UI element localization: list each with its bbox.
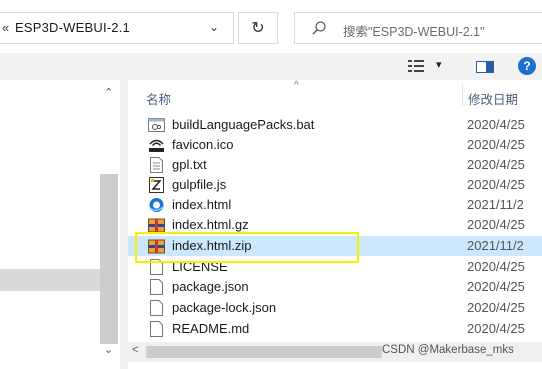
file-row[interactable]: buildLanguagePacks.bat 2020/4/25: [128, 115, 542, 135]
file-name: README.md: [172, 321, 250, 336]
file-date: 2020/4/25: [467, 300, 525, 315]
file-name: index.html: [172, 197, 232, 212]
file-name: gulpfile.js: [172, 177, 227, 192]
file-date: 2020/4/25: [467, 157, 525, 172]
column-header-date-modified[interactable]: 修改日期: [468, 89, 518, 108]
search-box[interactable]: 搜索"ESP3D-WEBUI-2.1": [294, 12, 542, 44]
annotation-highlight-box: [135, 232, 359, 263]
help-glyph: ?: [523, 59, 531, 73]
pane-divider[interactable]: [120, 80, 128, 369]
file-date: 2020/4/25: [467, 177, 525, 192]
breadcrumb-overflow-chevron[interactable]: «: [2, 20, 9, 35]
watermark: CSDN @Makerbase_mks: [382, 344, 514, 356]
view-dropdown-icon[interactable]: ▾: [436, 58, 442, 71]
file-row[interactable]: gulpfile.js 2020/4/25: [128, 175, 542, 195]
details-view-icon[interactable]: [408, 60, 424, 72]
blank-file-icon: [150, 279, 163, 295]
file-row[interactable]: package.json 2020/4/25: [128, 277, 542, 297]
search-input[interactable]: 搜索"ESP3D-WEBUI-2.1": [343, 21, 485, 40]
file-row[interactable]: README.md 2020/4/25: [128, 319, 542, 339]
file-date: 2020/4/25: [467, 259, 525, 274]
file-list-pane[interactable]: ^ 名称 修改日期 buildLanguagePacks.bat 2020/4/…: [128, 80, 542, 369]
file-date: 2021/11/2: [467, 238, 524, 253]
file-row[interactable]: favicon.ico 2020/4/25: [128, 135, 542, 155]
file-date: 2020/4/25: [467, 217, 525, 232]
batch-file-icon: [148, 118, 165, 132]
blank-file-icon: [150, 300, 163, 316]
browser-html-icon: [149, 198, 164, 212]
file-date: 2021/11/2: [467, 197, 524, 212]
address-bar[interactable]: « ESP3D-WEBUI-2.1 ⌄: [0, 12, 234, 44]
file-row[interactable]: index.html 2021/11/2: [128, 195, 542, 215]
text-file-icon: [150, 157, 163, 173]
blank-file-icon: [150, 321, 163, 337]
refresh-icon: ↻: [251, 20, 265, 37]
file-date: 2020/4/25: [467, 279, 525, 294]
horizontal-scrollbar-thumb[interactable]: [146, 346, 382, 358]
file-date: 2020/4/25: [467, 321, 525, 336]
column-header-name[interactable]: 名称: [146, 89, 171, 108]
file-date: 2020/4/25: [467, 137, 525, 152]
view-toolbar: ▾ ?: [0, 53, 542, 80]
file-name: package.json: [172, 279, 249, 294]
preview-pane-icon[interactable]: [476, 61, 494, 73]
scroll-left-icon[interactable]: <: [132, 344, 138, 356]
file-name: index.html.gz: [172, 217, 249, 232]
breadcrumb-current-folder[interactable]: ESP3D-WEBUI-2.1: [15, 20, 130, 35]
archive-icon: [148, 218, 165, 233]
file-row[interactable]: gpl.txt 2020/4/25: [128, 155, 542, 175]
file-name: gpl.txt: [172, 157, 207, 172]
nav-scroll-up-icon[interactable]: ⌃: [104, 86, 113, 99]
file-name: package-lock.json: [172, 300, 277, 315]
file-row[interactable]: package-lock.json 2020/4/25: [128, 298, 542, 318]
address-history-dropdown-icon[interactable]: ⌄: [209, 20, 219, 34]
esp3d-ico-icon: [149, 139, 164, 152]
nav-scroll-down-icon[interactable]: ⌄: [104, 343, 113, 356]
file-date: 2020/4/25: [467, 117, 525, 132]
file-name: buildLanguagePacks.bat: [172, 117, 315, 132]
refresh-button[interactable]: ↻: [238, 12, 278, 44]
js-file-icon: [149, 177, 164, 193]
column-separator[interactable]: [462, 84, 463, 106]
search-icon: [312, 21, 326, 35]
file-name: favicon.ico: [172, 137, 234, 152]
nav-scrollbar-thumb[interactable]: [100, 174, 118, 344]
nav-selected-item[interactable]: [0, 269, 100, 291]
help-icon[interactable]: ?: [518, 57, 536, 75]
sort-ascending-icon: ^: [294, 80, 299, 91]
navigation-pane[interactable]: ⌃ ⌄: [0, 80, 120, 369]
